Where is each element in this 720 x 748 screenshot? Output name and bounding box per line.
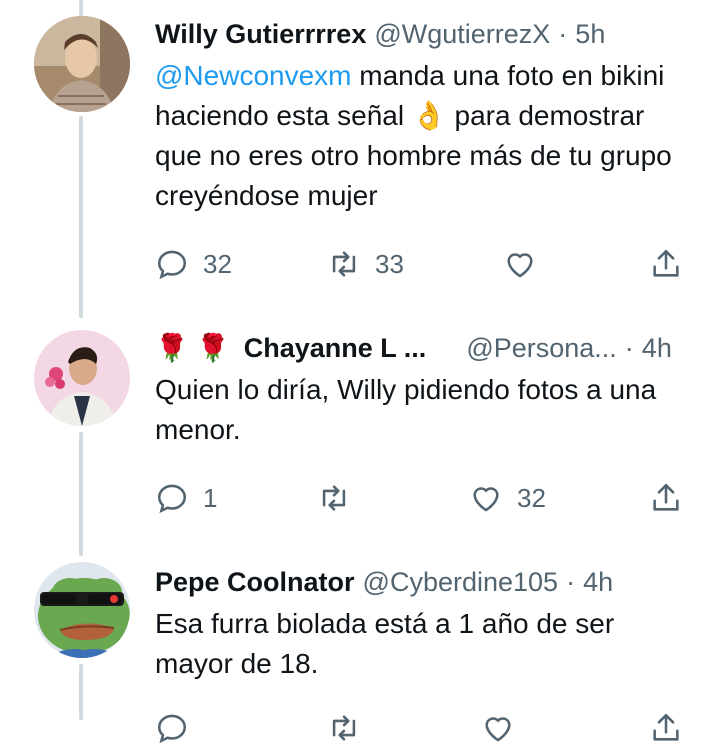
- reply-icon: [157, 714, 187, 744]
- tweet-3[interactable]: Pepe Coolnator @Cyberdine105 · 4h Esa fu…: [155, 564, 690, 684]
- tweet-header: Pepe Coolnator @Cyberdine105 · 4h: [155, 564, 690, 600]
- author-handle[interactable]: @Cyberdine105: [363, 564, 559, 600]
- retweet-icon: [332, 251, 356, 277]
- share-icon: [653, 249, 679, 277]
- tweet-header: Willy Gutierrrrex @WgutierrezX · 5h: [155, 16, 690, 52]
- thread-line-4: [79, 664, 83, 720]
- retweet-button[interactable]: 33: [327, 244, 404, 284]
- thread-line-2: [79, 116, 83, 318]
- separator-dot: ·: [624, 333, 634, 363]
- like-button[interactable]: 32: [469, 478, 546, 518]
- retweet-icon: [322, 485, 346, 511]
- heart-icon: [507, 253, 533, 278]
- author-handle[interactable]: @Persona...: [466, 330, 616, 366]
- share-icon: [653, 483, 679, 511]
- rose-emojis: 🌹 🌹: [155, 333, 230, 363]
- avatar[interactable]: [34, 562, 130, 658]
- retweet-button[interactable]: [317, 478, 365, 518]
- heart-icon: [485, 717, 511, 742]
- author-name[interactable]: Pepe Coolnator: [155, 564, 355, 600]
- heart-icon: [473, 487, 499, 512]
- mention-link[interactable]: @Newconvexm: [155, 60, 351, 91]
- tweet-text: Quien lo diría, Willy pidiendo fotos a u…: [155, 374, 657, 445]
- avatar[interactable]: [34, 16, 130, 112]
- tweet-1[interactable]: Willy Gutierrrrex @WgutierrezX · 5h @New…: [155, 16, 690, 216]
- share-button[interactable]: [649, 244, 683, 284]
- reply-count: 32: [203, 248, 232, 279]
- reply-icon: [157, 250, 187, 280]
- timestamp[interactable]: 4h: [583, 564, 613, 600]
- reply-button[interactable]: 32: [155, 244, 232, 284]
- thread-line-1: [79, 0, 83, 16]
- retweet-icon: [332, 715, 356, 741]
- thread-line-3: [79, 432, 83, 556]
- like-button[interactable]: [503, 244, 551, 284]
- like-count: 32: [517, 482, 546, 513]
- avatar[interactable]: [34, 330, 130, 426]
- share-button[interactable]: [649, 478, 683, 518]
- tweet-header: 🌹 🌹 Chayanne L ... @Persona... · 4h: [155, 330, 690, 366]
- author-name[interactable]: Willy Gutierrrrex: [155, 16, 366, 52]
- retweet-count: 33: [375, 248, 404, 279]
- share-icon: [653, 713, 679, 741]
- author-handle[interactable]: @WgutierrezX: [374, 16, 550, 52]
- tweet-actions: 1 32: [155, 478, 695, 518]
- separator-dot: ·: [558, 19, 568, 49]
- reply-icon: [157, 484, 187, 514]
- author-name[interactable]: Chayanne L ...: [244, 330, 427, 366]
- tweet-text: @Newconvexm manda una foto en bikini hac…: [155, 56, 690, 216]
- tweet-actions: [155, 708, 695, 748]
- tweet-2[interactable]: 🌹 🌹 Chayanne L ... @Persona... · 4h Quie…: [155, 330, 690, 450]
- reply-button[interactable]: 1: [155, 478, 217, 518]
- reply-count: 1: [203, 482, 218, 513]
- tweet-text: Esa furra biolada está a 1 año de ser ma…: [155, 608, 615, 679]
- like-button[interactable]: [481, 708, 515, 748]
- timestamp[interactable]: 4h: [642, 330, 672, 366]
- retweet-button[interactable]: [327, 708, 361, 748]
- ok-hand-emoji: 👌: [411, 100, 447, 131]
- reply-button[interactable]: [155, 708, 189, 748]
- separator-dot: ·: [566, 567, 576, 597]
- tweet-actions: 32 33: [155, 244, 695, 284]
- share-button[interactable]: [649, 708, 683, 748]
- timestamp[interactable]: 5h: [575, 16, 605, 52]
